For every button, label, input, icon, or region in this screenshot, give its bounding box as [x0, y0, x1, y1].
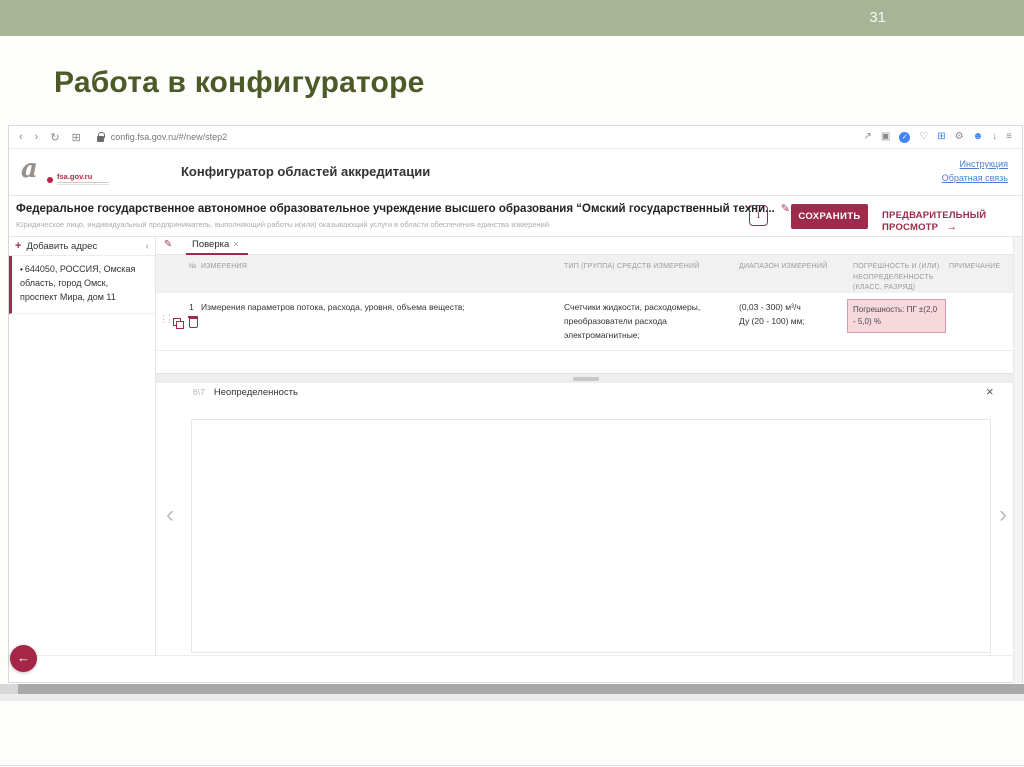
shield-icon[interactable]: ✓ — [899, 132, 910, 143]
row-measurement: Измерения параметров потока, расхода, ур… — [201, 300, 531, 314]
column-header-range: ДИАПАЗОН ИЗМЕРЕНИЙ — [739, 262, 827, 273]
address-text: 644050, РОССИЯ, Омская область, город Ом… — [20, 264, 135, 302]
app-title: Конфигуратор областей аккредитации — [181, 164, 430, 179]
header-links: Инструкция Обратная связь — [942, 157, 1008, 185]
share-icon[interactable]: ↗ — [863, 132, 871, 142]
close-panel-icon[interactable]: × — [986, 384, 994, 399]
apps-grid-icon[interactable]: ⊞ — [72, 131, 81, 144]
browser-screenshot: ‹ › ↻ ⊞ config.fsa.gov.ru/#/new/step2 ↗ … — [8, 125, 1023, 683]
forward-icon[interactable]: › — [35, 131, 39, 143]
column-header-num: № — [189, 262, 197, 273]
copy-row-icon[interactable] — [173, 318, 183, 328]
column-header-error: ПОГРЕШНОСТЬ И (ИЛИ) НЕОПРЕДЕЛЕННОСТЬ (КЛ… — [853, 262, 948, 294]
bullet-icon: • — [20, 265, 23, 274]
row-instrument-type: Счетчики жидкости, расходомеры, преобраз… — [564, 300, 734, 342]
horizontal-scrollbar-thumb[interactable] — [18, 684, 1024, 694]
panel-title: Неопределенность — [214, 387, 298, 398]
table-row: ⋮⋮ 1 Измерения параметров потока, расход… — [156, 293, 1015, 351]
lock-icon — [97, 136, 104, 142]
scrollbar-shadow-strip — [0, 694, 1024, 701]
row-measurement-range: (0,03 - 300) м³/ч Ду (20 - 100) мм; — [739, 300, 839, 328]
back-icon[interactable]: ‹ — [19, 131, 23, 143]
tab-poverka[interactable]: Поверка× — [192, 239, 239, 250]
divider-grip-icon — [573, 377, 599, 381]
panel-counter: 6\7 — [193, 387, 205, 397]
close-tab-icon[interactable]: × — [233, 239, 238, 249]
profile-icon[interactable]: ☻ — [973, 132, 984, 142]
heart-icon[interactable]: ♡ — [919, 132, 928, 142]
carousel-prev-icon[interactable]: ‹ — [166, 501, 174, 529]
drag-handle-icon[interactable]: ⋮⋮ — [159, 314, 171, 325]
fsa-logo-dot — [47, 177, 53, 183]
vertical-scrollbar[interactable] — [1013, 237, 1022, 683]
horizontal-scrollbar-track[interactable] — [0, 684, 1024, 694]
table-header: № ИЗМЕРЕНИЯ ТИП (ГРУППА) СРЕДСТВ ИЗМЕРЕН… — [156, 255, 1015, 293]
resize-divider[interactable] — [156, 373, 1015, 383]
fsa-logo-site: fsa.gov.ru — [57, 172, 92, 181]
error-value-field[interactable]: Погрешность: ПГ ±(2,0 - 5,0) % — [847, 299, 946, 333]
slide-top-bar: 31 — [0, 0, 1024, 36]
organization-name: Федеральное государственное автономное о… — [16, 202, 790, 215]
fsa-logo-letter: a — [21, 154, 38, 184]
instruction-link[interactable]: Инструкция — [942, 157, 1008, 171]
back-step-button[interactable]: ← — [10, 645, 37, 672]
edit-org-icon[interactable]: ✎ — [781, 203, 790, 215]
browser-extensions: ↗ ▣ ✓ ♡ ⊞ ⚙ ☻ ↓ ≡ — [863, 132, 1012, 143]
uncertainty-panel-header: 6\7 Неопределенность — [193, 387, 298, 398]
download-icon[interactable]: ↓ — [992, 132, 997, 142]
slide-bottom-border — [0, 765, 1024, 766]
sidebar-header: + Добавить адрес ‹ — [9, 237, 155, 256]
fsa-logo-subline — [57, 182, 109, 185]
fsa-logo: a fsa.gov.ru — [21, 155, 141, 183]
column-header-type: ТИП (ГРУППА) СРЕДСТВ ИЗМЕРЕНИЙ — [564, 262, 699, 273]
edit-tab-icon[interactable]: ✎ — [164, 239, 172, 250]
menu-icon[interactable]: ≡ — [1006, 132, 1012, 142]
slide-page-number: 31 — [869, 9, 886, 26]
browser-toolbar: ‹ › ↻ ⊞ config.fsa.gov.ru/#/new/step2 ↗ … — [9, 126, 1022, 149]
app-header: a fsa.gov.ru Конфигуратор областей аккре… — [9, 149, 1022, 196]
content-area: + Добавить адрес ‹ •644050, РОССИЯ, Омск… — [9, 237, 1015, 656]
uncertainty-carousel-box — [191, 419, 991, 653]
plus-icon: + — [15, 240, 21, 252]
cart-icon[interactable]: ⊞ — [937, 132, 945, 142]
address-bar[interactable]: config.fsa.gov.ru/#/new/step2 — [111, 132, 227, 142]
add-address-button[interactable]: Добавить адрес — [26, 241, 97, 252]
settings-icon[interactable]: ⚙ — [955, 132, 964, 142]
delete-row-icon[interactable] — [189, 318, 198, 328]
address-sidebar: + Добавить адрес ‹ •644050, РОССИЯ, Омск… — [9, 237, 156, 656]
row-number: 1 — [189, 300, 194, 314]
organization-bar: Федеральное государственное автономное о… — [9, 196, 1022, 237]
save-button[interactable]: СОХРАНИТЬ — [791, 204, 868, 229]
column-header-note: ПРИМЕЧАНИЕ — [949, 262, 1000, 273]
tab-bar: ✎ Поверка× — [156, 237, 1015, 255]
preview-link[interactable]: ПРЕДВАРИТЕЛЬНЫЙ ПРОСМОТР→ — [882, 210, 1022, 233]
feedback-link[interactable]: Обратная связь — [942, 171, 1008, 185]
arrow-right-icon: → — [946, 221, 957, 233]
refresh-icon[interactable]: ↻ — [50, 131, 59, 144]
main-panel: ✎ Поверка× № ИЗМЕРЕНИЯ ТИП (ГРУППА) СРЕД… — [156, 237, 1015, 656]
camera-icon[interactable]: ▣ — [881, 132, 890, 142]
collapse-sidebar-icon[interactable]: ‹ — [146, 241, 149, 252]
address-list-item[interactable]: •644050, РОССИЯ, Омская область, город О… — [9, 256, 155, 314]
organization-subtitle: Юридическое лицо, индивидуальный предпри… — [16, 220, 549, 229]
info-document-icon[interactable]: i — [749, 205, 768, 226]
column-header-measurements: ИЗМЕРЕНИЯ — [201, 262, 247, 273]
slide-title: Работа в конфигураторе — [54, 66, 424, 100]
carousel-next-icon[interactable]: › — [999, 501, 1007, 529]
